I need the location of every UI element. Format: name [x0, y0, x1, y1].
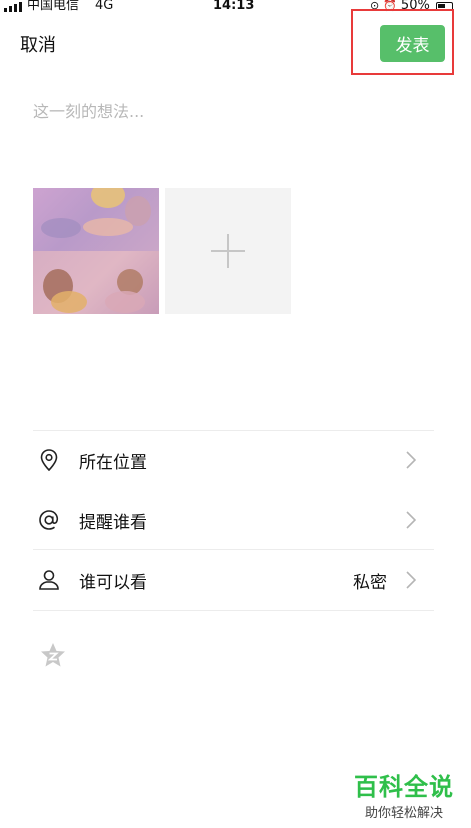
cancel-button[interactable]: 取消 [20, 31, 56, 57]
option-visibility[interactable]: 谁可以看 私密 [33, 550, 434, 610]
person-icon [39, 570, 59, 590]
watermark: 百科全说 助你轻松解决 [344, 767, 464, 821]
option-visibility-value: 私密 [353, 573, 387, 593]
carrier-name: 中国电信 [27, 0, 80, 13]
photo-bottom-half [33, 251, 159, 314]
watermark-subtitle: 助你轻松解决 [364, 806, 443, 821]
option-mention-label: 提醒谁看 [79, 513, 147, 533]
option-mention[interactable]: 提醒谁看 [33, 490, 434, 550]
publish-button[interactable]: 发表 [380, 25, 445, 62]
status-time: 14:13 [213, 0, 255, 13]
photo-top-half [33, 188, 159, 251]
post-text-input[interactable] [33, 96, 433, 126]
network-type: 4G [95, 0, 114, 13]
at-icon [39, 510, 59, 530]
location-icon [40, 449, 58, 472]
option-location[interactable]: 所在位置 [33, 430, 434, 490]
chevron-right-icon [406, 511, 416, 529]
watermark-title: 百科全说 [354, 773, 454, 801]
qzone-star-icon[interactable] [40, 642, 66, 668]
plus-icon [211, 234, 245, 268]
chevron-right-icon [406, 571, 416, 589]
signal-icon [4, 1, 22, 12]
chevron-right-icon [406, 451, 416, 469]
option-location-label: 所在位置 [79, 453, 147, 473]
divider [33, 610, 434, 611]
photo-thumbnail[interactable] [33, 188, 159, 314]
add-photo-button[interactable] [165, 188, 291, 314]
option-visibility-label: 谁可以看 [79, 573, 147, 593]
